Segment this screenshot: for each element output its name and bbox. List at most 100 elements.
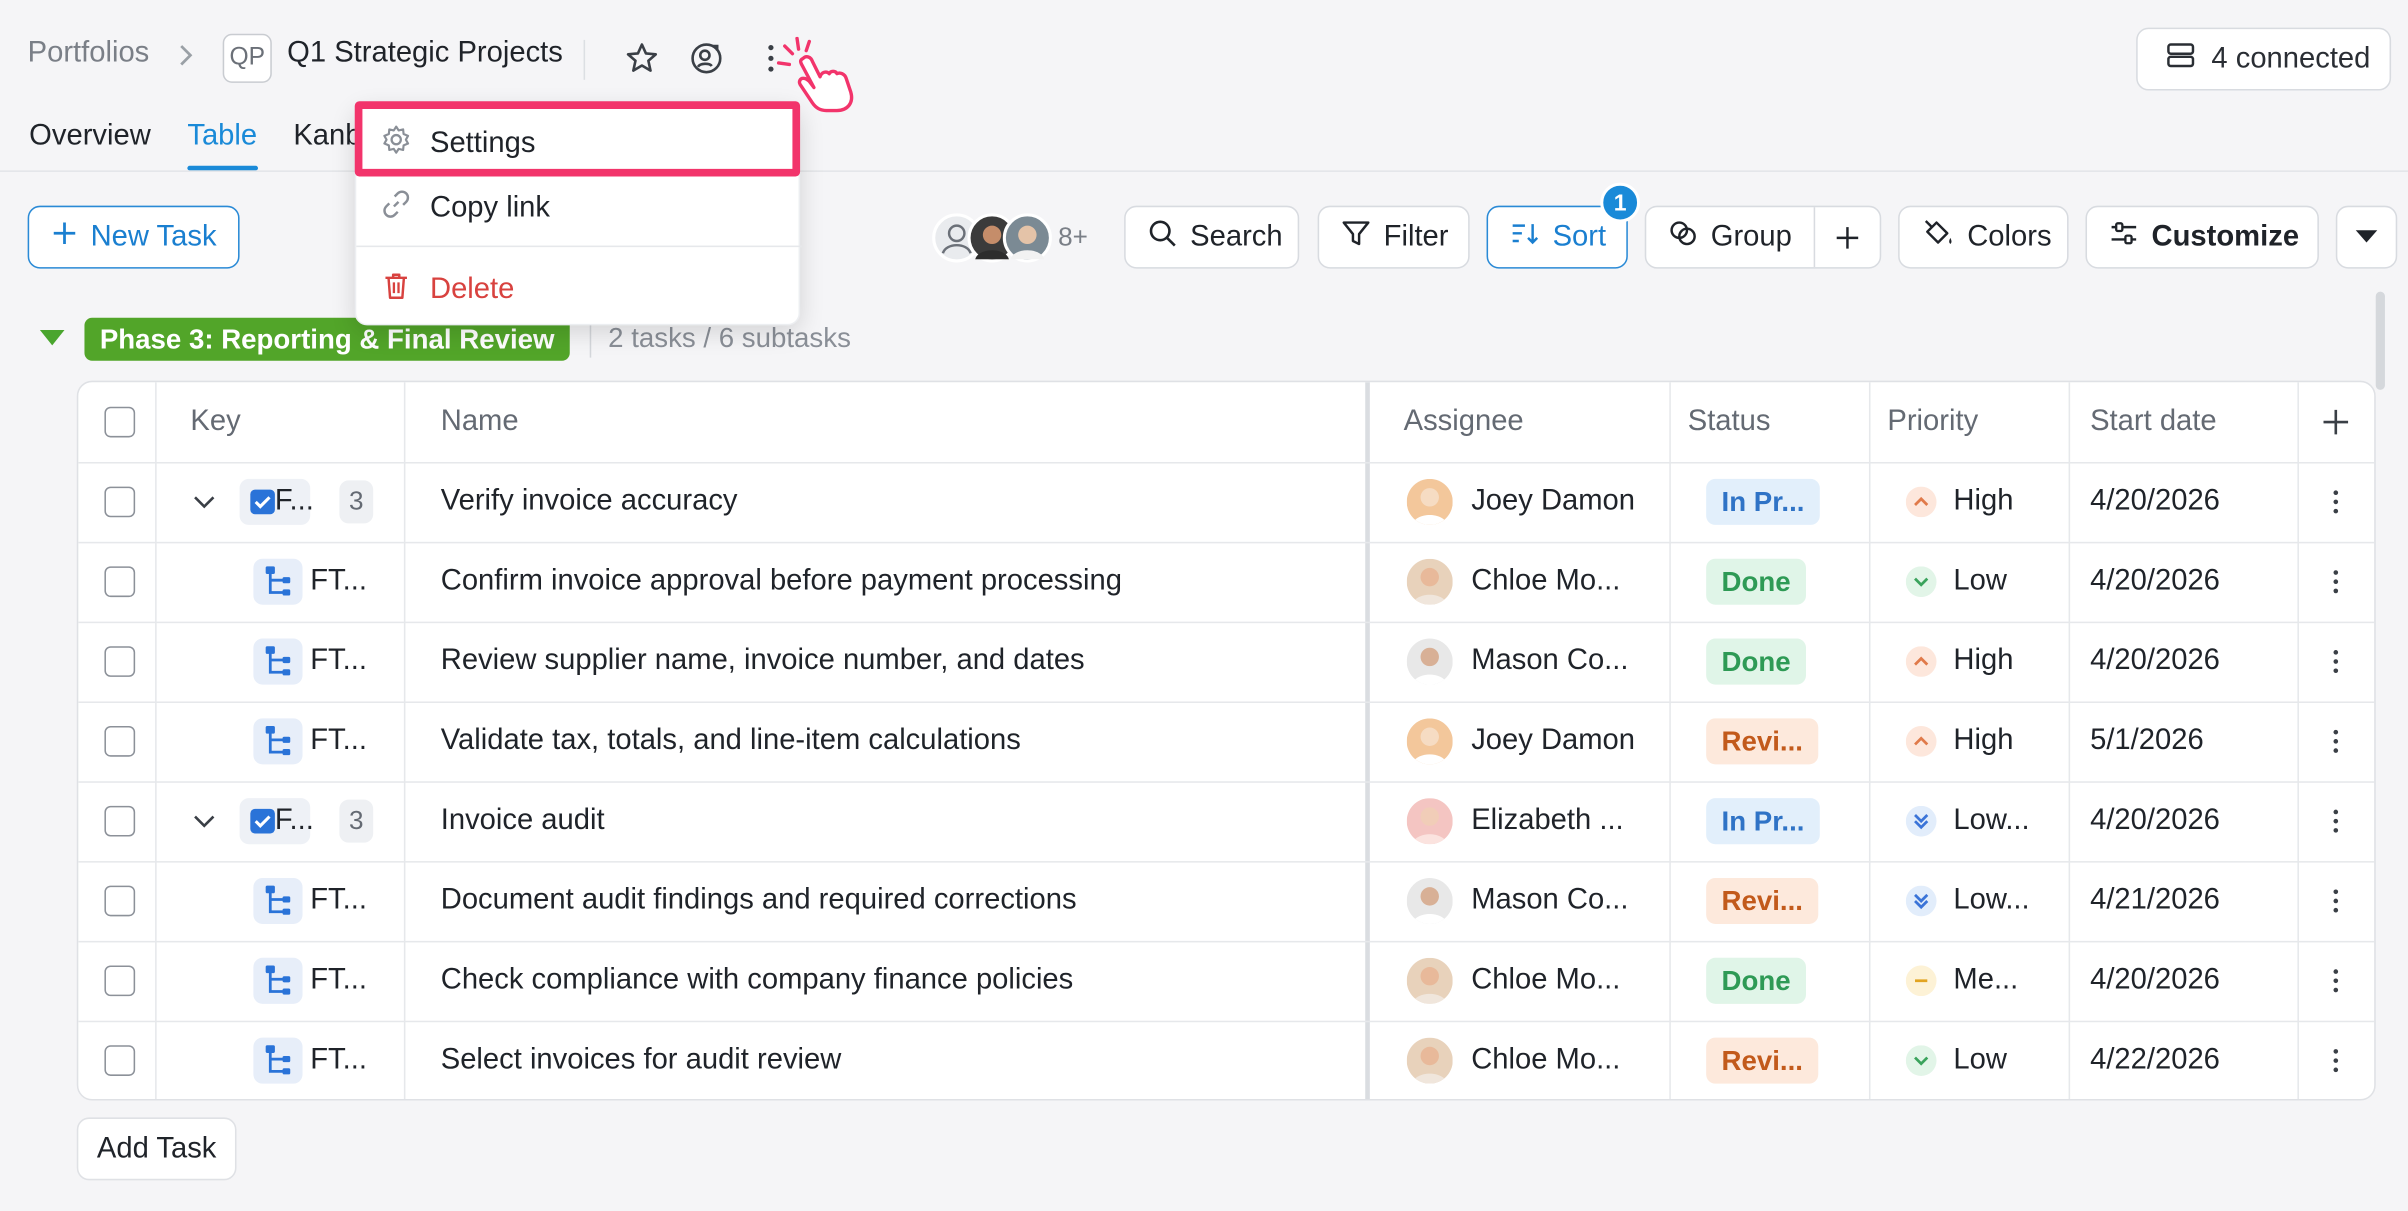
start-date[interactable]: 5/1/2026 [2090,724,2204,758]
column-header-priority[interactable]: Priority [1887,405,1978,439]
add-group-plus-icon[interactable] [1832,223,1863,263]
assignee-name[interactable]: Mason Co... [1471,645,1628,679]
table-row[interactable]: FT... Confirm invoice approval before pay… [78,542,2374,622]
task-key[interactable]: FT... [310,565,367,599]
assignee-name[interactable]: Elizabeth ... [1471,804,1623,838]
start-date[interactable]: 4/21/2026 [2090,884,2220,918]
task-name[interactable]: Invoice audit [441,804,605,838]
start-date[interactable]: 4/20/2026 [2090,645,2220,679]
customize-button[interactable]: Customize [2085,205,2319,269]
priority-label[interactable]: Low... [1953,884,2029,918]
star-icon[interactable] [623,40,660,77]
menu-item-copy-link[interactable]: Copy link [381,189,550,229]
status-badge[interactable]: In Pr... [1706,798,1820,845]
assignee-name[interactable]: Chloe Mo... [1471,964,1620,998]
search-button[interactable]: Search [1124,205,1300,269]
tab-overview[interactable]: Overview [29,120,151,154]
more-vertical-icon[interactable] [2333,969,2339,994]
task-name[interactable]: Validate tax, totals, and line-item calc… [441,724,1021,758]
task-name[interactable]: Confirm invoice approval before payment … [441,565,1122,599]
priority-label[interactable]: Me... [1953,964,2018,998]
row-checkbox[interactable] [104,1045,136,1076]
assignee-name[interactable]: Mason Co... [1471,884,1628,918]
status-badge[interactable]: Done [1706,638,1806,685]
task-key[interactable]: FT... [310,884,367,918]
task-key[interactable]: FT... [310,964,367,998]
more-vertical-icon[interactable] [2333,729,2339,754]
more-vertical-icon[interactable] [2333,1048,2339,1073]
filter-button[interactable]: Filter [1317,205,1470,269]
status-badge[interactable]: Revi... [1706,718,1819,765]
status-badge[interactable]: Revi... [1706,1037,1819,1084]
table-row[interactable]: FT... Review supplier name, invoice numbe… [78,622,2374,702]
column-header-name[interactable]: Name [441,405,519,439]
assignee-name[interactable]: Chloe Mo... [1471,565,1620,599]
menu-item-delete[interactable]: Delete [381,270,514,310]
priority-label[interactable]: Low [1953,1044,2007,1078]
select-all-checkbox[interactable] [104,406,136,438]
start-date[interactable]: 4/20/2026 [2090,565,2220,599]
chevron-down-icon[interactable] [193,810,215,831]
table-row[interactable]: FT... Select invoices for audit review Chl… [78,1021,2374,1099]
task-name[interactable]: Check compliance with company finance po… [441,964,1074,998]
task-name[interactable]: Document audit findings and required cor… [441,884,1077,918]
priority-label[interactable]: High [1953,485,2013,519]
breadcrumb-portfolios[interactable]: Portfolios [28,37,150,71]
tab-kanban[interactable]: Kanb [293,120,361,154]
task-name[interactable]: Review supplier name, invoice number, an… [441,645,1085,679]
row-checkbox[interactable] [104,885,136,917]
task-key[interactable]: FT... [310,645,367,679]
column-header-key[interactable]: Key [190,405,240,439]
add-task-button[interactable]: Add Task [76,1117,237,1181]
priority-label[interactable]: Low [1953,565,2007,599]
assignee-name[interactable]: Joey Damon [1471,724,1635,758]
task-key[interactable]: FT... [310,1044,367,1078]
task-key[interactable]: F... [239,798,314,845]
table-row[interactable]: F... 3 Verify invoice accuracy Joey Damon In… [78,462,2374,542]
priority-label[interactable]: High [1953,645,2013,679]
status-badge[interactable]: Revi... [1706,877,1819,925]
group-button[interactable]: Group [1644,205,1882,269]
table-row[interactable]: FT... Validate tax, totals, and line-item… [78,701,2374,781]
start-date[interactable]: 4/20/2026 [2090,485,2220,519]
toolbar-more-dropdown[interactable] [2335,205,2398,269]
column-header-start-date[interactable]: Start date [2090,405,2217,439]
start-date[interactable]: 4/20/2026 [2090,964,2220,998]
new-task-button[interactable]: New Task [27,205,240,269]
vertical-scrollbar[interactable] [2375,291,2385,390]
member-avatars[interactable]: 8+ [932,212,1088,264]
task-key[interactable]: F... [239,478,314,525]
start-date[interactable]: 4/20/2026 [2090,804,2220,838]
more-vertical-icon[interactable] [2333,569,2339,594]
priority-label[interactable]: Low... [1953,804,2029,838]
add-column-plus-icon[interactable] [2320,407,2351,445]
colors-button[interactable]: Colors [1898,205,2069,269]
row-checkbox[interactable] [104,805,136,837]
more-vertical-icon[interactable] [2333,889,2339,914]
watch-user-icon[interactable] [688,40,725,77]
row-checkbox[interactable] [104,566,136,598]
row-checkbox[interactable] [104,646,136,677]
status-badge[interactable]: Done [1706,957,1806,1004]
column-header-assignee[interactable]: Assignee [1404,405,1524,439]
assignee-name[interactable]: Joey Damon [1471,485,1635,519]
row-checkbox[interactable] [104,965,136,997]
more-vertical-icon[interactable] [2333,490,2339,515]
column-header-status[interactable]: Status [1688,405,1771,439]
more-vertical-icon[interactable] [2333,809,2339,834]
status-badge[interactable]: Done [1706,558,1806,605]
table-row[interactable]: F... 3 Invoice audit Elizabeth ... In Pr... L… [78,781,2374,861]
row-checkbox[interactable] [104,726,136,757]
tab-table[interactable]: Table [187,120,257,154]
more-vertical-icon[interactable] [2333,649,2339,674]
task-name[interactable]: Verify invoice accuracy [441,485,738,519]
assignee-name[interactable]: Chloe Mo... [1471,1044,1620,1078]
chevron-down-icon[interactable] [193,491,215,512]
task-key[interactable]: FT... [310,724,367,758]
status-badge[interactable]: In Pr... [1706,478,1820,525]
priority-label[interactable]: High [1953,724,2013,758]
row-checkbox[interactable] [104,486,136,518]
table-row[interactable]: FT... Document audit findings and require… [78,861,2374,941]
connected-button[interactable]: 4 connected [2136,27,2392,91]
collapse-caret-icon[interactable] [39,330,65,346]
